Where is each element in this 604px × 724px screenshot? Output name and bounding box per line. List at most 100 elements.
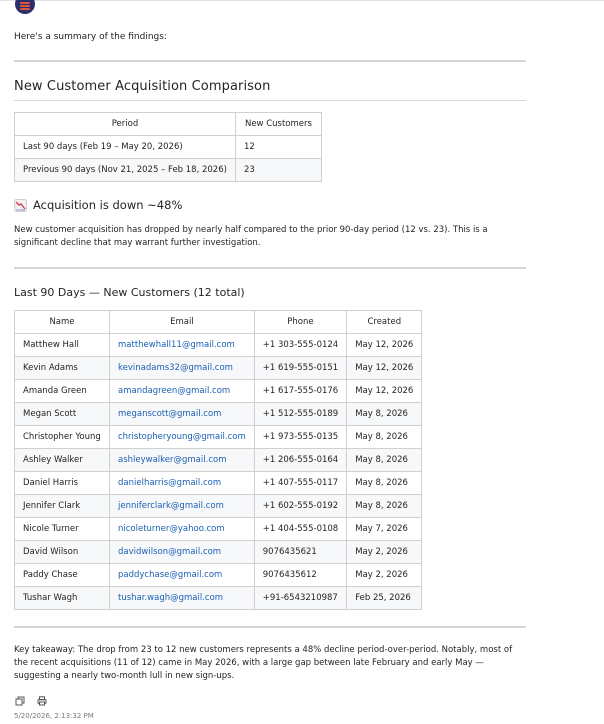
table-row: Megan Scott meganscott@gmail.com +1 512-55… <box>14 402 423 426</box>
table-cell: +1 602-555-0192 <box>253 494 348 518</box>
table-cell: tushar.wagh@gmail.com <box>109 586 255 610</box>
top-divider <box>0 0 604 1</box>
column-header: Email <box>109 310 255 334</box>
email-link[interactable]: jenniferclark@gmail.com <box>118 501 224 511</box>
email-link[interactable]: matthewhall11@gmail.com <box>118 340 235 350</box>
table-row: Ashley Walker ashleywalker@gmail.com +1 20… <box>14 448 423 472</box>
table-cell: May 12, 2026 <box>346 333 423 357</box>
column-header: Phone <box>253 310 348 334</box>
table-cell: +1 407-555-0117 <box>253 471 348 495</box>
table-row: Tushar Wagh tushar.wagh@gmail.com +91-6543… <box>14 586 423 610</box>
table-row: Christopher Young christopheryoung@gmail.… <box>14 425 423 449</box>
intro-text: Here's a summary of the findings: <box>14 32 167 42</box>
table-cell: +1 404-555-0108 <box>253 517 348 541</box>
table-cell: meganscott@gmail.com <box>109 402 255 426</box>
email-link[interactable]: kevinadams32@gmail.com <box>118 363 233 373</box>
table-cell: May 8, 2026 <box>346 448 423 472</box>
table-cell: May 8, 2026 <box>346 425 423 449</box>
trend-heading-text: Acquisition is down ~48% <box>33 198 183 212</box>
table-cell: David Wilson <box>14 540 110 564</box>
table-cell: +1 973-555-0135 <box>253 425 348 449</box>
table-row: Previous 90 days (Nov 21, 2025 – Feb 18,… <box>14 158 322 182</box>
table-cell: davidwilson@gmail.com <box>109 540 255 564</box>
table-cell: Amanda Green <box>14 379 110 403</box>
table-cell: +1 303-555-0124 <box>253 333 348 357</box>
divider <box>14 60 526 62</box>
table-cell: matthewhall11@gmail.com <box>109 333 255 357</box>
assistant-avatar <box>15 0 35 14</box>
table-cell: +1 619-555-0151 <box>253 356 348 380</box>
table-cell: jenniferclark@gmail.com <box>109 494 255 518</box>
email-link[interactable]: christopheryoung@gmail.com <box>118 432 246 442</box>
table-cell: ashleywalker@gmail.com <box>109 448 255 472</box>
table-cell: nicoleturner@yahoo.com <box>109 517 255 541</box>
table-cell: Daniel Harris <box>14 471 110 495</box>
column-header: Created <box>346 310 423 334</box>
table-cell: May 12, 2026 <box>346 379 423 403</box>
table-cell: amandagreen@gmail.com <box>109 379 255 403</box>
table-cell: Nicole Turner <box>14 517 110 541</box>
table-row: Daniel Harris danielharris@gmail.com +1 40… <box>14 471 423 495</box>
table-row: David Wilson davidwilson@gmail.com 9076435… <box>14 540 423 564</box>
table-cell: +1 617-555-0176 <box>253 379 348 403</box>
chart-decreasing-icon <box>14 198 27 212</box>
table-cell: May 2, 2026 <box>346 563 423 587</box>
table-cell: Ashley Walker <box>14 448 110 472</box>
table-cell: 9076435621 <box>253 540 348 564</box>
table-row: Kevin Adams kevinadams32@gmail.com +1 619-… <box>14 356 423 380</box>
table-cell: Kevin Adams <box>14 356 110 380</box>
email-link[interactable]: meganscott@gmail.com <box>118 409 221 419</box>
table-cell: Tushar Wagh <box>14 586 110 610</box>
print-icon[interactable] <box>36 695 48 707</box>
table-cell: 23 <box>234 158 322 182</box>
table-cell: danielharris@gmail.com <box>109 471 255 495</box>
table-cell: Feb 25, 2026 <box>346 586 423 610</box>
table-cell: kevinadams32@gmail.com <box>109 356 255 380</box>
table-cell: May 8, 2026 <box>346 402 423 426</box>
table-cell: +1 512-555-0189 <box>253 402 348 426</box>
table-cell: May 8, 2026 <box>346 471 423 495</box>
column-header: Period <box>14 112 236 136</box>
message-actions <box>14 695 48 707</box>
table-row: Paddy Chase paddychase@gmail.com 907643561… <box>14 563 423 587</box>
trend-body: New customer acquisition has dropped by … <box>14 225 488 248</box>
table-row: Amanda Green amandagreen@gmail.com +1 617-… <box>14 379 423 403</box>
table-cell: May 7, 2026 <box>346 517 423 541</box>
copy-icon[interactable] <box>14 695 26 707</box>
comparison-heading: New Customer Acquisition Comparison <box>14 79 271 94</box>
comparison-table: Period New Customers Last 90 days (Feb 1… <box>14 112 322 182</box>
table-cell: May 12, 2026 <box>346 356 423 380</box>
table-cell: Last 90 days (Feb 19 – May 20, 2026) <box>14 135 236 159</box>
table-cell: +1 206-555-0164 <box>253 448 348 472</box>
divider <box>14 626 526 628</box>
column-header: Name <box>14 310 110 334</box>
customers-table: Name Email Phone Created Matthew Hall mat… <box>14 310 423 610</box>
email-link[interactable]: ashleywalker@gmail.com <box>118 455 226 465</box>
chat-message-page: Here's a summary of the findings: New Cu… <box>0 0 604 724</box>
table-cell: 9076435612 <box>253 563 348 587</box>
table-cell: May 2, 2026 <box>346 540 423 564</box>
divider <box>14 267 526 269</box>
table-cell: Paddy Chase <box>14 563 110 587</box>
email-link[interactable]: paddychase@gmail.com <box>118 570 222 580</box>
email-link[interactable]: davidwilson@gmail.com <box>118 547 221 557</box>
table-row: Nicole Turner nicoleturner@yahoo.com +1 40… <box>14 517 423 541</box>
key-takeaway: Key takeaway: The drop from 23 to 12 new… <box>14 645 513 681</box>
column-header: New Customers <box>234 112 322 136</box>
table-cell: Megan Scott <box>14 402 110 426</box>
trend-heading: Acquisition is down ~48% <box>14 197 182 213</box>
email-link[interactable]: nicoleturner@yahoo.com <box>118 524 225 534</box>
table-cell: +91-6543210987 <box>253 586 348 610</box>
table-cell: Jennifer Clark <box>14 494 110 518</box>
table-cell: 12 <box>234 135 322 159</box>
email-link[interactable]: danielharris@gmail.com <box>118 478 221 488</box>
table-cell: Matthew Hall <box>14 333 110 357</box>
email-link[interactable]: amandagreen@gmail.com <box>118 386 230 396</box>
table-cell: Previous 90 days (Nov 21, 2025 – Feb 18,… <box>14 158 236 182</box>
table-cell: paddychase@gmail.com <box>109 563 255 587</box>
email-link[interactable]: tushar.wagh@gmail.com <box>118 593 223 603</box>
table-row: Matthew Hall matthewhall11@gmail.com +1 30… <box>14 333 423 357</box>
table-cell: Christopher Young <box>14 425 110 449</box>
table-cell: May 8, 2026 <box>346 494 423 518</box>
customers-heading: Last 90 Days — New Customers (12 total) <box>14 286 245 299</box>
